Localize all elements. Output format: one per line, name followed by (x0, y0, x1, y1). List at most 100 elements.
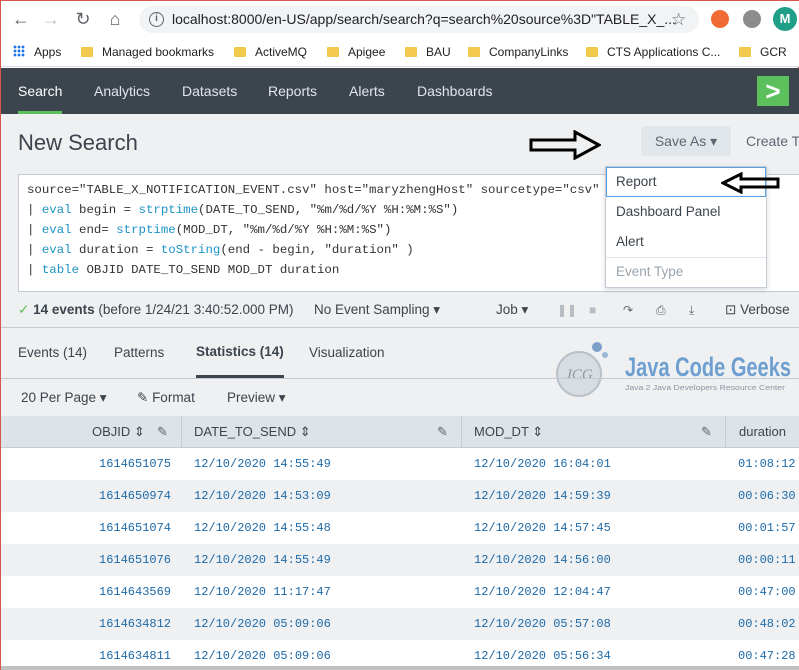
share-icon[interactable]: ↷ (623, 292, 633, 328)
table-cell[interactable]: 1614651076 (99, 544, 171, 576)
table-row[interactable]: 1614651074 12/10/2020 14:55:48 12/10/2020 … (1, 512, 799, 544)
table-cell[interactable]: 1614634812 (99, 608, 171, 640)
menu-divider (606, 257, 766, 258)
edit-column-icon[interactable]: ✎ (701, 416, 712, 448)
menu-item-dashboard-panel[interactable]: Dashboard Panel (616, 204, 720, 219)
bookmark-apigee[interactable]: Apigee (327, 43, 385, 61)
bookmark-label: CTS Applications C... (607, 45, 721, 59)
table-cell[interactable]: 00:06:30 (738, 480, 796, 512)
tab-patterns[interactable]: Patterns (114, 328, 164, 378)
bookmark-apps[interactable]: Apps (13, 43, 61, 61)
preview-dropdown[interactable]: Preview ▾ (227, 379, 286, 417)
table-toolbar: 20 Per Page ▾ ✎ Format Preview ▾ (1, 378, 799, 416)
folder-icon (739, 47, 751, 57)
nav-tab-reports[interactable]: Reports (268, 68, 317, 114)
export-icon[interactable]: ⤓ (689, 292, 694, 328)
tab-visualization[interactable]: Visualization (309, 328, 385, 378)
reload-icon[interactable]: ↻ (71, 7, 95, 31)
table-cell[interactable]: 12/10/2020 05:57:08 (474, 608, 611, 640)
bookmark-bau[interactable]: BAU (405, 43, 451, 61)
table-row[interactable]: 1614651076 12/10/2020 14:55:49 12/10/2020 … (1, 544, 799, 576)
profile-avatar[interactable]: M (773, 7, 797, 31)
table-cell[interactable]: 00:48:02 (738, 608, 796, 640)
table-cell[interactable]: 1614651075 (99, 448, 171, 480)
nav-tab-dashboards[interactable]: Dashboards (417, 68, 493, 114)
bookmark-managed[interactable]: Managed bookmarks (81, 43, 214, 61)
event-count: ✓ 14 events (before 1/24/21 3:40:52.000 … (18, 302, 294, 317)
back-icon[interactable]: ← (9, 7, 33, 31)
nav-tab-datasets[interactable]: Datasets (182, 68, 237, 114)
table-row[interactable]: 1614643569 12/10/2020 11:17:47 12/10/2020 … (1, 576, 799, 608)
table-cell[interactable]: 1614650974 (99, 480, 171, 512)
folder-icon (327, 47, 339, 57)
url-text[interactable]: localhost:8000/en-US/app/search/search?q… (172, 6, 676, 33)
query-line: | table OBJID DATE_TO_SEND MOD_DT durati… (27, 263, 340, 277)
pause-icon[interactable]: ❚❚ (557, 292, 577, 328)
table-cell[interactable]: 01:08:12 (738, 448, 796, 480)
stop-icon[interactable]: ■ (589, 292, 596, 328)
menu-item-alert[interactable]: Alert (616, 234, 644, 249)
forward-icon[interactable]: → (39, 7, 63, 31)
table-cell[interactable]: 12/10/2020 14:55:48 (194, 512, 331, 544)
table-cell[interactable]: 1614643569 (99, 576, 171, 608)
home-icon[interactable]: ⌂ (103, 7, 127, 31)
table-cell[interactable]: 12/10/2020 14:56:00 (474, 544, 611, 576)
bookmark-activemq[interactable]: ActiveMQ (234, 43, 307, 61)
format-button[interactable]: ✎ Format (137, 379, 195, 417)
bookmark-cts[interactable]: CTS Applications C... (586, 43, 720, 61)
table-cell[interactable]: 00:01:57 (738, 512, 796, 544)
bookmark-star-icon[interactable]: ☆ (671, 6, 686, 33)
extension-icon-2[interactable] (743, 10, 761, 28)
edit-column-icon[interactable]: ✎ (437, 416, 448, 448)
table-row[interactable]: 1614651075 12/10/2020 14:55:49 12/10/2020 … (1, 448, 799, 480)
bookmark-companylinks[interactable]: CompanyLinks (468, 43, 568, 61)
column-header-objid[interactable]: OBJID ⇕ (92, 416, 145, 448)
table-cell[interactable]: 00:00:11 (738, 544, 796, 576)
address-bar[interactable]: i localhost:8000/en-US/app/search/search… (139, 6, 699, 33)
table-row[interactable]: 1614634812 12/10/2020 05:09:06 12/10/2020 … (1, 608, 799, 640)
query-line: | eval end= strptime(MOD_DT, "%m/%d/%Y %… (27, 223, 392, 237)
search-mode[interactable]: ⊡ Verbose (725, 292, 790, 328)
app-navbar: Search Analytics Datasets Reports Alerts… (1, 68, 799, 114)
info-icon[interactable]: i (149, 12, 164, 27)
print-icon[interactable]: ⎙ (656, 292, 666, 328)
column-header-duration[interactable]: duration (739, 416, 786, 448)
table-cell[interactable]: 12/10/2020 14:53:09 (194, 480, 331, 512)
folder-icon (81, 47, 93, 57)
search-page: New Search Save As ▾ Create T source="TA… (1, 114, 799, 670)
per-page-dropdown[interactable]: 20 Per Page ▾ (21, 379, 107, 417)
tab-statistics[interactable]: Statistics (14) (196, 328, 284, 378)
table-cell[interactable]: 12/10/2020 14:55:49 (194, 544, 331, 576)
bookmark-label: BAU (426, 45, 451, 59)
column-header-mod-dt[interactable]: MOD_DT ⇕ (474, 416, 543, 448)
nav-tab-analytics[interactable]: Analytics (94, 68, 150, 114)
horizontal-scrollbar[interactable] (1, 666, 799, 670)
nav-tab-alerts[interactable]: Alerts (349, 68, 385, 114)
create-table-button[interactable]: Create T (746, 126, 799, 156)
column-divider (181, 416, 182, 448)
extension-icon[interactable] (711, 10, 729, 28)
event-sampling-dropdown[interactable]: No Event Sampling ▾ (314, 292, 440, 328)
table-cell[interactable]: 12/10/2020 05:09:06 (194, 608, 331, 640)
table-cell[interactable]: 12/10/2020 14:59:39 (474, 480, 611, 512)
table-cell[interactable]: 12/10/2020 14:55:49 (194, 448, 331, 480)
table-cell[interactable]: 1614651074 (99, 512, 171, 544)
page-title: New Search (18, 130, 138, 155)
job-menu[interactable]: Job ▾ (496, 292, 528, 328)
statistics-table: OBJID ⇕ ✎ DATE_TO_SEND ⇕ ✎ MOD_DT ⇕ ✎ du… (1, 416, 799, 670)
app-launcher-icon[interactable]: > (757, 76, 789, 106)
table-cell[interactable]: 12/10/2020 11:17:47 (194, 576, 331, 608)
tab-events[interactable]: Events (14) (18, 328, 87, 378)
nav-tab-search[interactable]: Search (18, 68, 63, 114)
table-cell[interactable]: 12/10/2020 16:04:01 (474, 448, 611, 480)
bookmark-label: Apps (34, 45, 62, 59)
menu-item-report[interactable]: Report (616, 174, 657, 189)
table-row[interactable]: 1614650974 12/10/2020 14:53:09 12/10/2020 … (1, 480, 799, 512)
save-as-button[interactable]: Save As ▾ (641, 126, 731, 156)
bookmark-gcr[interactable]: GCR (739, 43, 787, 61)
table-cell[interactable]: 00:47:00 (738, 576, 796, 608)
table-cell[interactable]: 12/10/2020 12:04:47 (474, 576, 611, 608)
table-cell[interactable]: 12/10/2020 14:57:45 (474, 512, 611, 544)
column-header-date-to-send[interactable]: DATE_TO_SEND ⇕ (194, 416, 311, 448)
edit-column-icon[interactable]: ✎ (157, 416, 168, 448)
